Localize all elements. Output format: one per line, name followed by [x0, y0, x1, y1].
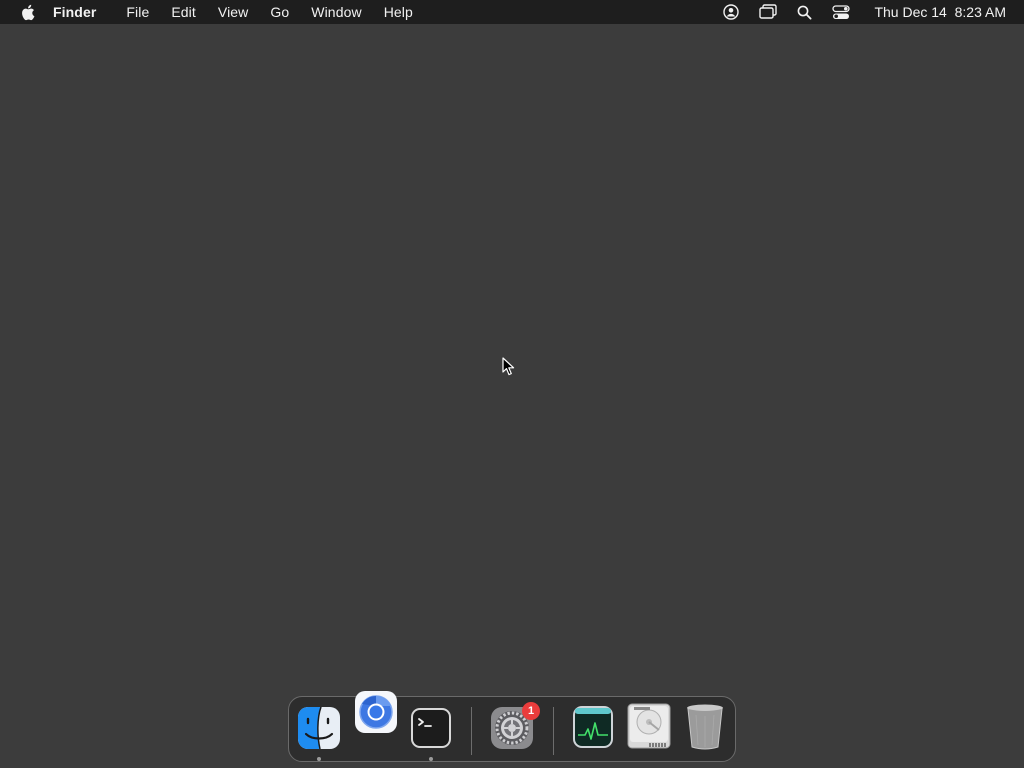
dock-trash[interactable] — [685, 703, 725, 751]
menu-edit[interactable]: Edit — [171, 4, 196, 20]
dock-app-terminal[interactable] — [409, 706, 453, 750]
activity-monitor-icon — [573, 706, 613, 748]
menu-bar: Finder File Edit View Go Window Help Thu… — [0, 0, 1024, 24]
finder-icon — [298, 707, 340, 749]
dock-running-indicator — [429, 757, 433, 761]
search-icon[interactable] — [797, 5, 812, 20]
control-center-icon[interactable] — [832, 4, 851, 20]
screen-mirroring-icon[interactable] — [759, 4, 778, 20]
disk-icon — [627, 703, 671, 749]
menu-file[interactable]: File — [126, 4, 149, 20]
dock-app-activity-monitor[interactable] — [571, 705, 615, 749]
menu-window[interactable]: Window — [311, 4, 361, 20]
dock-app-chromium[interactable] — [354, 690, 398, 734]
dock-app-disk-utility[interactable] — [626, 702, 672, 750]
mouse-cursor-icon — [502, 357, 516, 382]
dock-separator — [553, 707, 554, 755]
trash-icon — [687, 704, 723, 750]
menu-view[interactable]: View — [218, 4, 249, 20]
apple-logo-icon[interactable] — [15, 4, 39, 21]
notification-badge: 1 — [522, 702, 540, 720]
menu-app-finder[interactable]: Finder — [53, 4, 96, 20]
dock-running-indicator — [317, 757, 321, 761]
user-icon[interactable] — [723, 4, 740, 20]
menu-go[interactable]: Go — [270, 4, 289, 20]
dock-app-finder[interactable] — [297, 706, 341, 750]
terminal-icon — [411, 708, 451, 748]
dock-separator — [471, 707, 472, 755]
menu-help[interactable]: Help — [384, 4, 413, 20]
menu-bar-clock[interactable]: Thu Dec 14 8:23 AM — [874, 4, 1006, 20]
chromium-icon — [355, 691, 397, 733]
